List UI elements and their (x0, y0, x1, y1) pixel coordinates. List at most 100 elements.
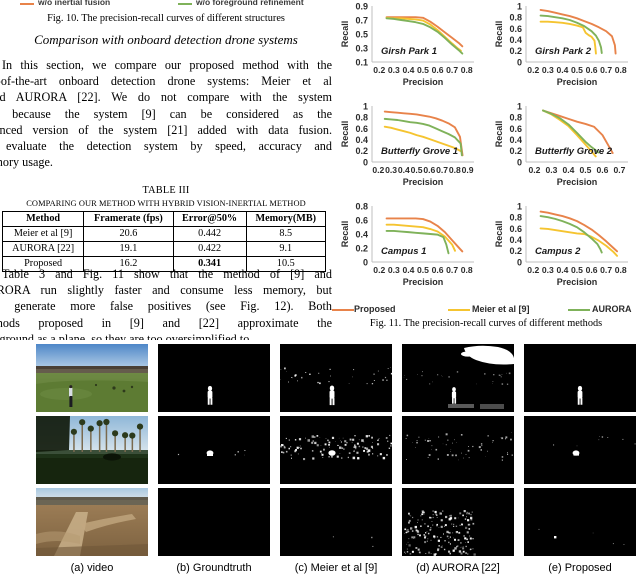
table-header-cell: Error@50% (172, 211, 247, 227)
table-cell: 8.5 (245, 226, 327, 242)
svg-text:0.8: 0.8 (355, 113, 368, 123)
svg-text:0.2: 0.2 (509, 146, 522, 156)
fig10-caption: Fig. 10. The precision-recall curves of … (47, 13, 285, 24)
svg-text:0.6: 0.6 (355, 124, 368, 134)
svg-text:Precision: Precision (557, 277, 598, 287)
svg-text:0.8: 0.8 (461, 65, 473, 75)
legend-label: Meier et al [9] (472, 304, 530, 314)
svg-text:0.6: 0.6 (586, 65, 598, 75)
svg-text:0.8: 0.8 (509, 213, 522, 223)
grid-cell-mask (402, 488, 514, 556)
table-header-cell: Method (1, 211, 85, 227)
svg-text:0.8: 0.8 (449, 165, 461, 175)
svg-text:0.8: 0.8 (461, 265, 473, 275)
svg-text:0.4: 0.4 (509, 35, 522, 45)
svg-text:0.6: 0.6 (423, 165, 435, 175)
svg-text:0.6: 0.6 (355, 215, 368, 225)
svg-text:Precision: Precision (403, 277, 444, 287)
chart-campus-1: 0.8 0.6 0.4 0.2 0 0.2 0.3 0.4 0.5 0.6 0.7 0.8 Precis… (332, 200, 480, 300)
svg-text:0.4: 0.4 (563, 165, 575, 175)
grid-cell-mask (524, 344, 636, 412)
svg-text:0.6: 0.6 (597, 165, 609, 175)
svg-text:Campus 2: Campus 2 (535, 246, 581, 257)
grid-column-caption: (a) video (70, 562, 114, 574)
svg-text:Girsh Park 2: Girsh Park 2 (535, 46, 592, 57)
svg-text:0.6: 0.6 (509, 224, 522, 234)
grid-column-caption: (e) Proposed (548, 562, 612, 574)
svg-text:0.2: 0.2 (529, 165, 541, 175)
svg-text:0.7: 0.7 (355, 15, 368, 25)
left-column: Fig. 10. The precision-recall curves of … (0, 0, 332, 340)
grid-cell-mask (402, 344, 514, 412)
paragraph-line: te-of-the-art onboard detection drone sy… (0, 74, 332, 89)
svg-text:Recall: Recall (340, 21, 350, 48)
svg-text:0.9: 0.9 (355, 1, 368, 11)
svg-text:Recall: Recall (494, 121, 504, 148)
legend-line (448, 309, 470, 312)
svg-text:Precision: Precision (403, 177, 444, 187)
svg-text:0.2: 0.2 (527, 65, 539, 75)
svg-text:0: 0 (517, 257, 522, 267)
svg-text:0.4: 0.4 (509, 235, 522, 245)
legend-line (332, 309, 354, 312)
svg-text:0.6: 0.6 (432, 265, 444, 275)
svg-text:Precision: Precision (403, 77, 444, 87)
table-title: TABLE III (142, 185, 190, 196)
grid-cell-mask (524, 488, 636, 556)
table-subtitle: COMPARING OUR METHOD WITH HYBRID VISION-… (26, 199, 306, 208)
svg-text:0.5: 0.5 (571, 65, 583, 75)
grid-cell-video (36, 416, 148, 484)
svg-text:0.5: 0.5 (355, 29, 368, 39)
svg-text:0: 0 (363, 257, 368, 267)
grid-cell-mask (402, 416, 514, 484)
svg-text:0.2: 0.2 (509, 46, 522, 56)
legend-label: AURORA (592, 304, 632, 314)
table-cell: 19.1 (83, 241, 174, 257)
svg-text:0: 0 (363, 157, 368, 167)
svg-text:0.9: 0.9 (462, 165, 474, 175)
grid-cell-mask (280, 416, 392, 484)
svg-text:0: 0 (517, 157, 522, 167)
svg-text:0.4: 0.4 (402, 65, 414, 75)
paragraph-line: emory usage. (0, 155, 53, 170)
svg-text:0.5: 0.5 (571, 265, 583, 275)
svg-text:0.4: 0.4 (402, 265, 414, 275)
chart-campus-2: 1 0.8 0.6 0.4 0.2 0 0.2 0.3 0.4 0.5 0.6 0.7 0.8 Preci… (486, 200, 634, 300)
paragraph-line: and AURORA [22]. We do not compare with … (0, 90, 332, 105)
chart-butterfly-grove-2: 1 0.8 0.6 0.4 0.2 0 0.2 0.3 0.4 0.5 0.6 0.7 Precisio… (486, 100, 634, 200)
svg-text:0.3: 0.3 (542, 265, 554, 275)
svg-text:0.1: 0.1 (355, 57, 368, 67)
svg-text:1: 1 (517, 101, 522, 111)
chart-girsh-park-1: 0.9 0.7 0.5 0.3 0.1 0.2 0.3 0.4 0.5 0.6 0.7 0.8 Prec… (332, 0, 480, 100)
qualitative-results-grid (36, 344, 640, 584)
svg-text:Recall: Recall (340, 121, 350, 148)
svg-text:0.2: 0.2 (509, 246, 522, 256)
legend-label: Proposed (354, 304, 396, 314)
svg-text:0.4: 0.4 (398, 165, 410, 175)
paragraph-line: Table 3 and Fig. 11 show that the method… (2, 267, 332, 281)
svg-text:Precision: Precision (557, 77, 598, 87)
svg-text:0.8: 0.8 (355, 201, 368, 211)
table-cell: AURORA [22] (1, 241, 85, 257)
table-cell: 9.1 (245, 241, 327, 257)
svg-text:0.5: 0.5 (411, 165, 423, 175)
paragraph-line: ethods proposed in [9] and [22] approxim… (0, 315, 332, 330)
svg-text:0.7: 0.7 (600, 65, 612, 75)
grid-cell-mask (158, 488, 270, 556)
paragraph-line: ey generate more false positives (see Fi… (0, 299, 332, 314)
svg-text:0.3: 0.3 (388, 265, 400, 275)
svg-text:0.7: 0.7 (600, 265, 612, 275)
svg-text:0.8: 0.8 (509, 113, 522, 123)
svg-text:0.2: 0.2 (527, 265, 539, 275)
paragraph-results: Table 3 and Fig. 11 show that the method… (0, 266, 332, 340)
table-cell: Meier et al [9] (1, 226, 85, 242)
grid-cell-video (36, 488, 148, 556)
svg-text:0.5: 0.5 (580, 165, 592, 175)
grid-cell-mask (280, 344, 392, 412)
svg-text:0.4: 0.4 (556, 265, 568, 275)
svg-text:0.4: 0.4 (355, 135, 368, 145)
svg-text:0.4: 0.4 (556, 65, 568, 75)
grid-cell-mask (158, 344, 270, 412)
svg-text:0.8: 0.8 (615, 65, 627, 75)
svg-text:1: 1 (363, 101, 368, 111)
